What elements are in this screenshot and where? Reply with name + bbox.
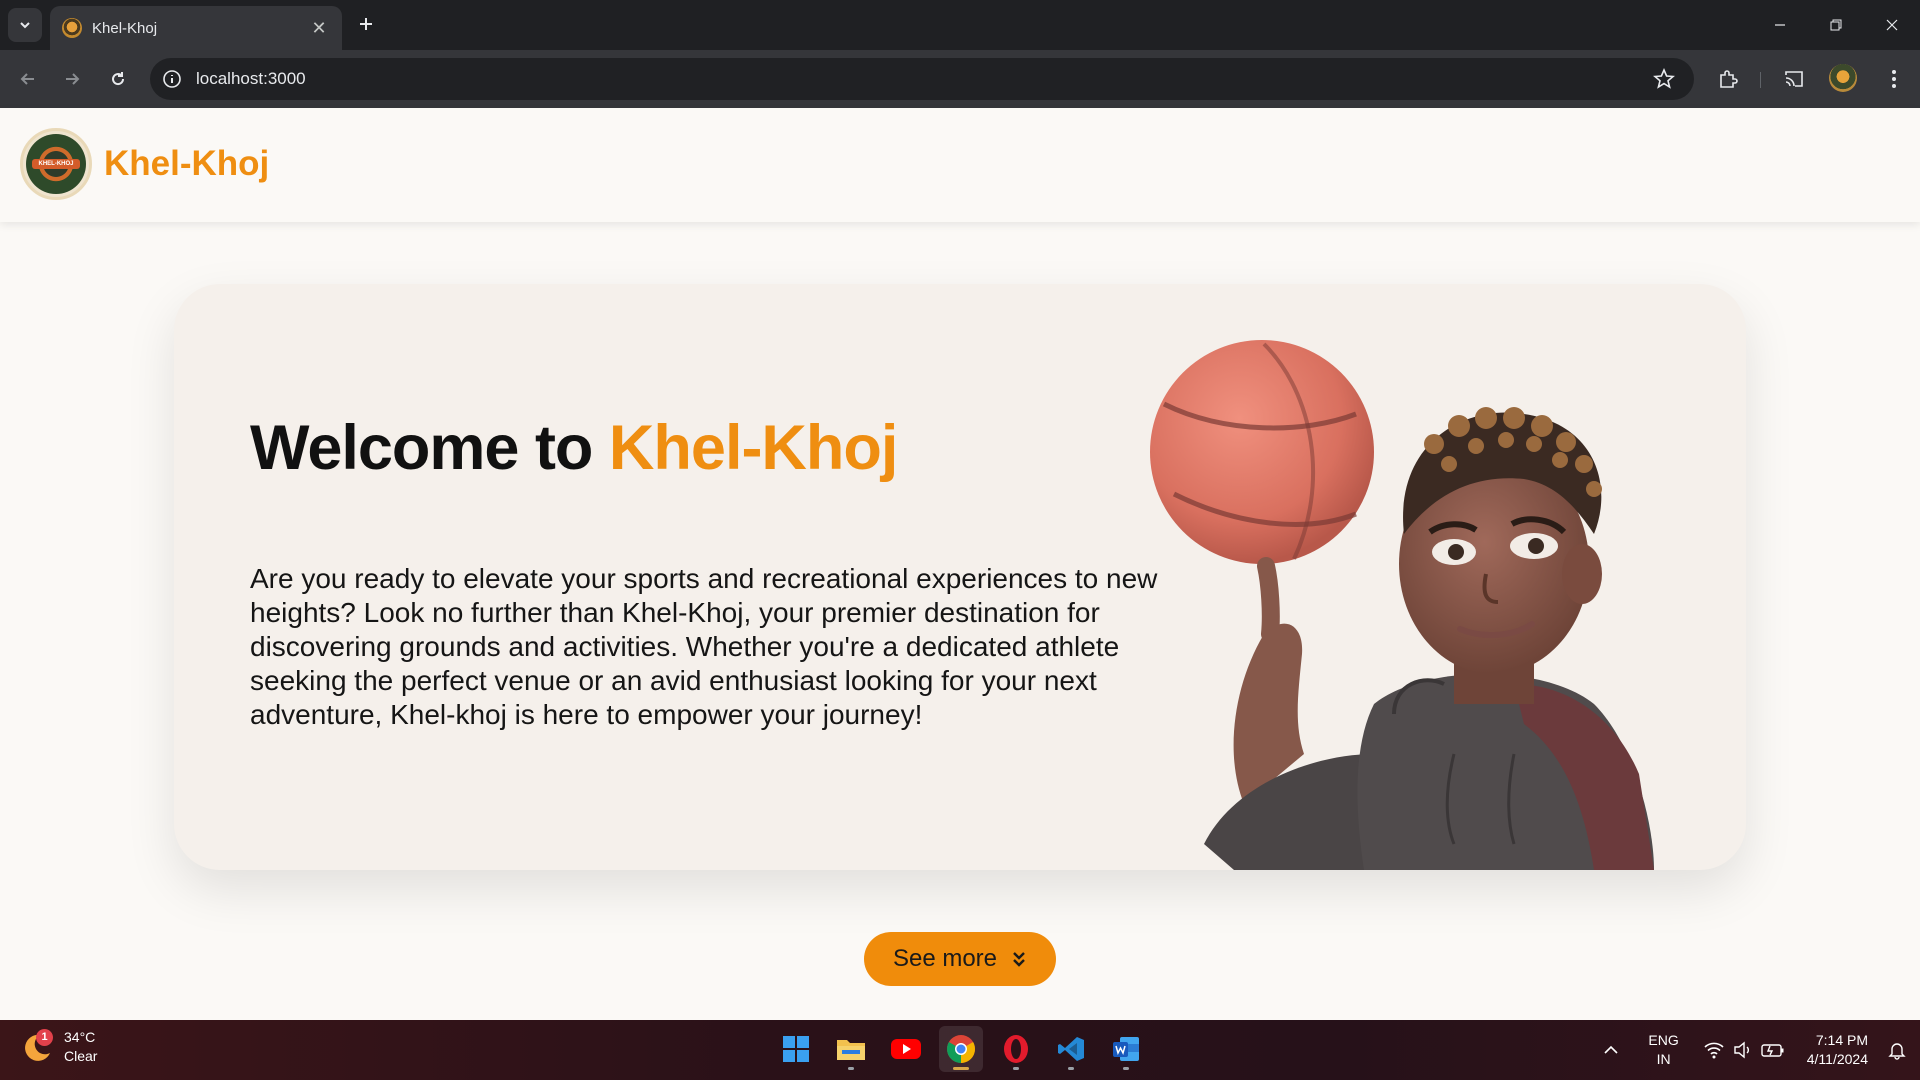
reload-button[interactable]	[102, 63, 134, 95]
tab-search-button[interactable]	[8, 8, 42, 42]
basketball-player-illustration	[1150, 340, 1654, 870]
battery-icon	[1761, 1044, 1784, 1057]
taskbar-apps	[774, 1026, 1148, 1072]
double-chevron-down-icon	[1013, 952, 1025, 967]
running-indicator	[1123, 1067, 1129, 1070]
chevron-down-icon	[20, 22, 30, 29]
system-tray: ENG IN 7:14 PM 4/11/2024	[1596, 1020, 1920, 1080]
new-tab-button[interactable]	[352, 10, 380, 38]
vscode-icon	[1058, 1037, 1084, 1061]
cast-icon[interactable]	[1780, 65, 1808, 93]
browser-tab-bar: Khel-Khoj ✕	[0, 0, 1920, 50]
weather-text: 34°C Clear	[64, 1028, 97, 1066]
hero-title: Welcome to Khel-Khoj	[250, 412, 898, 484]
running-indicator	[1068, 1067, 1074, 1070]
plus-icon	[360, 18, 372, 30]
basketball-icon	[1150, 340, 1374, 564]
browser-toolbar: localhost:3000	[0, 50, 1920, 108]
notifications-button[interactable]	[1882, 1040, 1912, 1060]
windows-start-icon	[783, 1036, 809, 1062]
site-header: KHEL-KHOJ Khel-Khoj	[0, 108, 1920, 222]
logo-text: KHEL-KHOJ	[32, 159, 80, 169]
brand-name[interactable]: Khel-Khoj	[104, 144, 269, 184]
arrow-left-icon	[20, 73, 34, 85]
folder-icon	[837, 1040, 865, 1060]
opera-icon	[1004, 1035, 1028, 1063]
tray-status-icons[interactable]	[1703, 1041, 1785, 1059]
active-indicator	[953, 1067, 969, 1070]
hero-title-prefix: Welcome to	[250, 413, 609, 483]
extensions-icon[interactable]	[1714, 65, 1742, 93]
browser-menu-icon[interactable]	[1880, 65, 1908, 93]
running-indicator	[1013, 1067, 1019, 1070]
chrome-button[interactable]	[939, 1026, 983, 1072]
show-hidden-icons-button[interactable]	[1596, 1045, 1626, 1055]
chevron-up-icon	[1604, 1045, 1618, 1054]
clock[interactable]: 7:14 PM 4/11/2024	[1807, 1031, 1868, 1069]
hero-description: Are you ready to elevate your sports and…	[250, 563, 1158, 730]
moon-icon: 1	[22, 1029, 54, 1063]
weather-desc: Clear	[64, 1048, 98, 1064]
back-button[interactable]	[12, 63, 44, 95]
see-more-label: See more	[892, 945, 998, 972]
close-window-button[interactable]	[1864, 0, 1920, 50]
bookmark-star-icon[interactable]	[1652, 67, 1676, 91]
clock-date: 4/11/2024	[1806, 1051, 1868, 1067]
arrow-right-icon	[66, 73, 80, 85]
opera-button[interactable]	[994, 1026, 1038, 1072]
windows-taskbar: 1 34°C Clear ENG IN 7:14 PM 4/11/2024	[0, 1020, 1920, 1080]
weather-alert-badge: 1	[36, 1029, 53, 1046]
youtube-button[interactable]	[884, 1026, 928, 1072]
file-explorer-button[interactable]	[829, 1026, 873, 1072]
url-text[interactable]: localhost:3000	[196, 69, 306, 89]
profile-avatar[interactable]	[1829, 64, 1857, 92]
site-favicon-icon	[62, 18, 82, 38]
toolbar-separator	[1760, 72, 1761, 88]
weather-widget[interactable]: 1 34°C Clear	[22, 1028, 97, 1066]
tab-title: Khel-Khoj	[92, 19, 158, 37]
word-icon	[1113, 1037, 1139, 1061]
restore-icon	[1830, 19, 1842, 31]
minimize-icon	[1775, 24, 1785, 26]
site-info-icon[interactable]	[160, 67, 184, 91]
tab-active[interactable]: Khel-Khoj ✕	[50, 6, 342, 50]
site-logo[interactable]: KHEL-KHOJ	[20, 128, 92, 200]
reload-icon	[112, 72, 125, 86]
volume-icon	[1734, 1041, 1749, 1059]
notification-bell-icon	[1888, 1043, 1906, 1060]
close-icon	[1886, 19, 1898, 31]
running-indicator	[848, 1067, 854, 1070]
address-bar[interactable]: localhost:3000	[150, 58, 1694, 100]
word-button[interactable]	[1104, 1026, 1148, 1072]
chrome-icon	[947, 1035, 975, 1063]
window-controls	[1752, 0, 1920, 50]
weather-temp: 34°C	[64, 1029, 96, 1045]
logo-emblem-icon: KHEL-KHOJ	[26, 134, 86, 194]
forward-button[interactable]	[56, 63, 88, 95]
start-button[interactable]	[774, 1026, 818, 1072]
language-code: ENG	[1648, 1032, 1679, 1048]
hero-title-accent: Khel-Khoj	[608, 413, 898, 483]
language-indicator[interactable]: ENG IN	[1648, 1031, 1678, 1069]
close-tab-icon[interactable]: ✕	[308, 18, 330, 39]
minimize-button[interactable]	[1752, 0, 1808, 50]
clock-time: 7:14 PM	[1815, 1032, 1868, 1048]
see-more-button[interactable]: See more	[864, 932, 1056, 986]
youtube-icon	[891, 1039, 921, 1059]
wifi-icon	[1704, 1042, 1724, 1059]
hero-card: Welcome to Khel-Khoj Are you ready to el…	[174, 284, 1746, 870]
region-code: IN	[1656, 1051, 1671, 1067]
restore-button[interactable]	[1808, 0, 1864, 50]
vscode-button[interactable]	[1049, 1026, 1093, 1072]
